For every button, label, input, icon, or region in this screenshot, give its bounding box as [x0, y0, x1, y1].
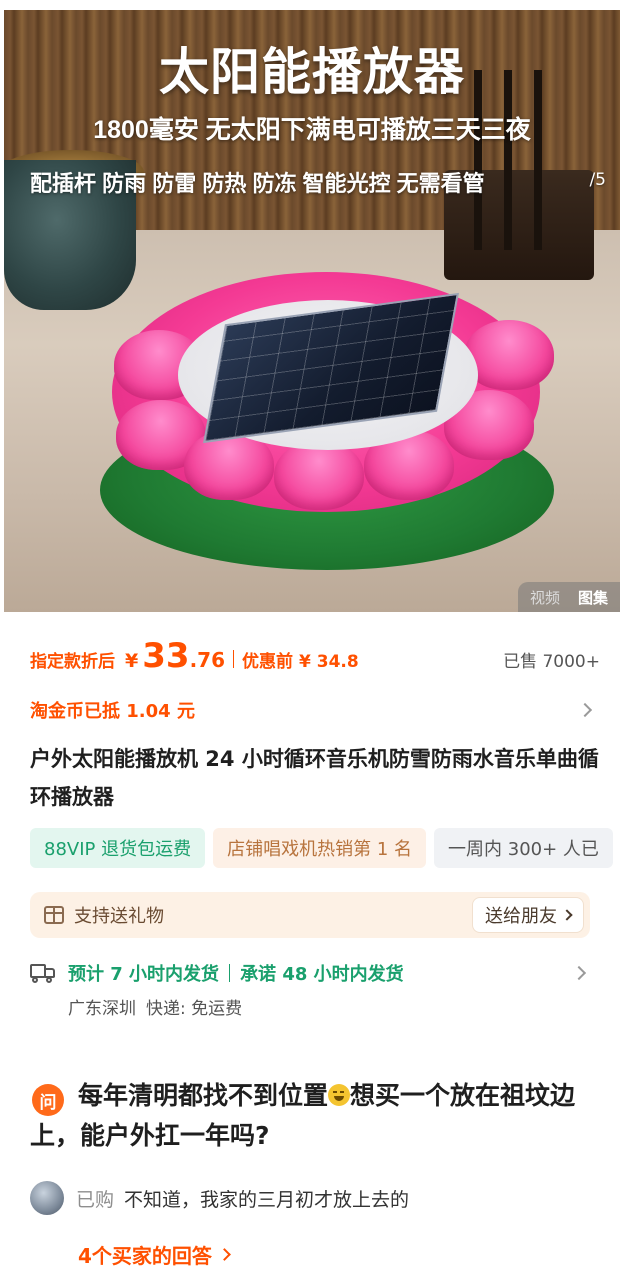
- price-currency: ¥: [125, 650, 139, 672]
- question-part-2: 想买一个放在祖坟边: [350, 1081, 576, 1110]
- more-answers-link[interactable]: 4个买家的回答: [78, 1240, 231, 1269]
- original-price-label: 优惠前: [242, 652, 293, 672]
- shipping-delivery: 快递: 免运费: [146, 999, 243, 1019]
- product-title: 户外太阳能播放机 24 小时循环音乐机防雪防雨水音乐单曲循环播放器: [30, 747, 599, 809]
- coin-discount-row[interactable]: 淘金币已抵 1.04 元: [30, 694, 593, 726]
- gift-icon: [44, 906, 64, 924]
- hero-title: 太阳能播放器: [159, 44, 465, 100]
- coin-discount-text: 淘金币已抵 1.04 元: [30, 701, 195, 722]
- answer-row: 已购 不知道，我家的三月初才放上去的: [30, 1180, 610, 1216]
- question-text: 每年清明都找不到位置 想买一个放在祖坟边 上，能户外扛一年吗?: [30, 1076, 610, 1156]
- question-part-1: 每年清明都找不到位置: [78, 1081, 329, 1110]
- chevron-right-icon: [577, 702, 593, 718]
- price-row: 指定款折后 ¥ 33 .76 优惠前 ¥ 34.8 已售 7000+: [30, 636, 600, 682]
- answer-text: 不知道，我家的三月初才放上去的: [124, 1188, 410, 1211]
- send-to-friend-button[interactable]: 送给朋友: [472, 897, 584, 933]
- media-tabs: 视频 图集: [517, 582, 620, 612]
- truck-icon: [30, 964, 56, 983]
- price-label: 指定款折后: [30, 652, 115, 672]
- shipping-origin: 广东深圳: [68, 999, 136, 1019]
- shipping-estimate: 预计 7 小时内发货: [68, 964, 220, 985]
- more-answers-label: 4个买家的回答: [78, 1244, 212, 1268]
- shipping-details: 广东深圳 快递: 免运费: [68, 994, 242, 1019]
- tab-gallery[interactable]: 图集: [578, 587, 608, 608]
- shipping-estimate-line: 预计 7 小时内发货 承诺 48 小时内发货: [68, 960, 404, 986]
- tab-video[interactable]: 视频: [530, 587, 560, 608]
- gift-text: 支持送礼物: [74, 906, 164, 927]
- gift-bar: 支持送礼物 送给朋友: [30, 892, 590, 938]
- tag-weekly-buyers[interactable]: 一周内 300+ 人已: [434, 828, 613, 868]
- avatar: [30, 1181, 64, 1215]
- hero-features: 配插杆 防雨 防雷 防热 防冻 智能光控 无需看管: [30, 171, 485, 196]
- price-divider: [233, 650, 234, 668]
- price-integer: 33: [142, 636, 190, 676]
- shipping-divider: [229, 964, 231, 982]
- answer-status: 已购: [76, 1188, 115, 1211]
- tag-store-ranking[interactable]: 店铺唱戏机热销第 1 名: [213, 828, 427, 868]
- shipping-info[interactable]: 预计 7 小时内发货 承诺 48 小时内发货 广东深圳 快递: 免运费: [30, 956, 590, 1020]
- image-counter: /5: [589, 170, 606, 190]
- chevron-right-icon: [571, 965, 587, 981]
- tag-row: 88VIP 退货包运费 店铺唱戏机热销第 1 名 一周内 300+ 人已: [30, 828, 634, 868]
- original-price: ¥ 34.8: [299, 652, 359, 672]
- send-to-friend-label: 送给朋友: [485, 906, 557, 927]
- price-decimal: .76: [189, 648, 225, 672]
- section-divider: [0, 1042, 634, 1062]
- sold-count: 已售 7000+: [503, 652, 600, 672]
- chevron-right-icon: [561, 909, 573, 921]
- tag-vip-return[interactable]: 88VIP 退货包运费: [30, 828, 206, 868]
- product-image-gallery[interactable]: 太阳能播放器 1800毫安 无太阳下满电可播放三天三夜 配插杆 防雨 防雷 防热…: [4, 10, 620, 612]
- question-icon: 问: [32, 1084, 64, 1116]
- lotus-petal: [274, 440, 364, 510]
- question-part-3: 上，能户外扛一年吗?: [30, 1121, 270, 1150]
- chevron-right-icon: [218, 1248, 231, 1261]
- laughing-emoji-icon: [328, 1084, 351, 1106]
- shipping-promise: 承诺 48 小时内发货: [240, 964, 404, 985]
- hero-subtitle: 1800毫安 无太阳下满电可播放三天三夜: [93, 116, 531, 144]
